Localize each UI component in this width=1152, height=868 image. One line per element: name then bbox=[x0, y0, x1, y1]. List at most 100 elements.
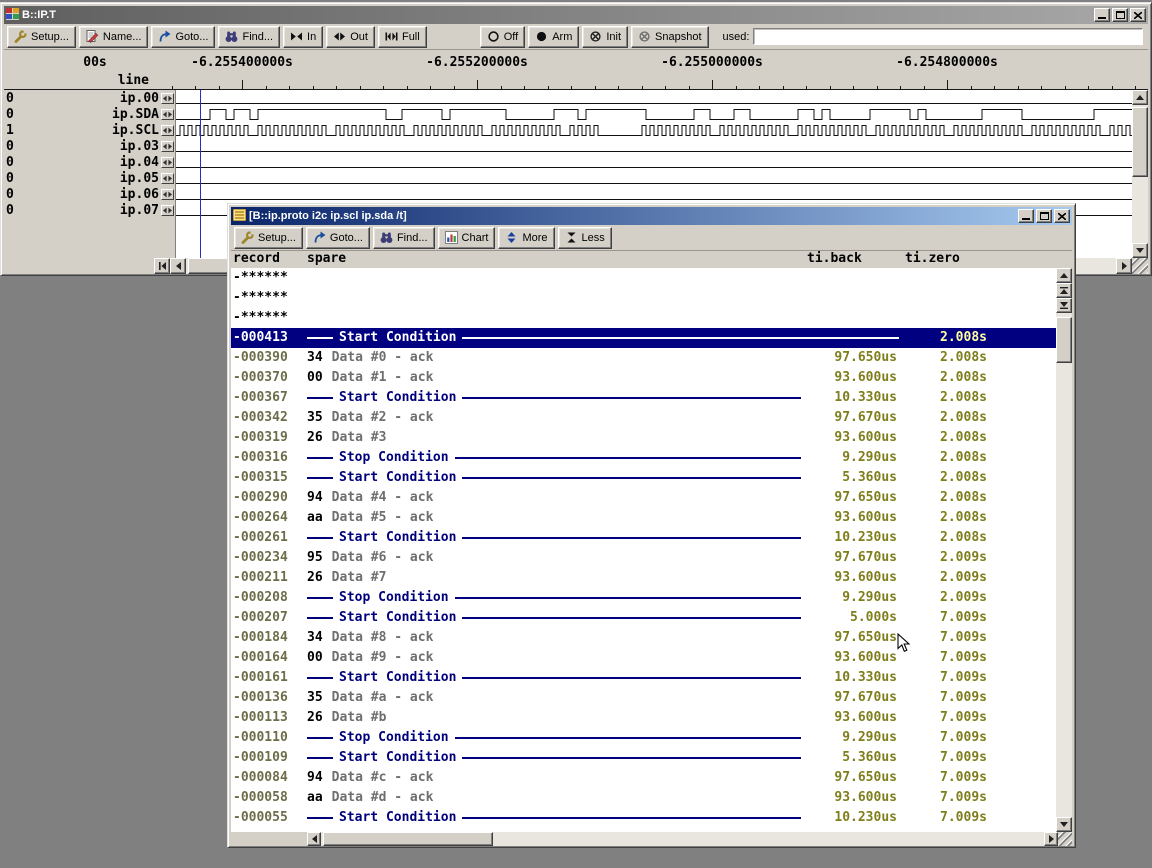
trace-row[interactable]: -000109Start Condition5.360us7.009s bbox=[231, 748, 1056, 768]
time-cursor[interactable] bbox=[200, 90, 201, 258]
trace-row[interactable]: -000261Start Condition10.230us2.008s bbox=[231, 528, 1056, 548]
scroll-up-button[interactable] bbox=[1132, 90, 1148, 105]
ruler-time-label: 00s bbox=[83, 55, 106, 70]
toolbar-button-snapshot[interactable]: Snapshot bbox=[631, 26, 708, 48]
trace-row[interactable]: -000264aaData #5 - ack93.600us2.008s bbox=[231, 508, 1056, 528]
trace-horizontal-scroll-track[interactable] bbox=[321, 832, 1044, 846]
minimize-button[interactable] bbox=[1018, 209, 1034, 223]
trace-row[interactable]: -00016400Data #9 - ack93.600us7.009s bbox=[231, 648, 1056, 668]
toolbar-button-setup[interactable]: Setup... bbox=[234, 227, 303, 249]
maximize-button[interactable] bbox=[1112, 8, 1128, 22]
trace-row[interactable]: -000367Start Condition10.330us2.008s bbox=[231, 388, 1056, 408]
trace-vertical-scroll-thumb[interactable] bbox=[1056, 317, 1072, 363]
scroll-down-button[interactable] bbox=[1056, 817, 1072, 832]
trace-row[interactable]: -000413Start Condition2.008s bbox=[231, 328, 1056, 348]
trace-vertical-scroll-track[interactable] bbox=[1056, 313, 1072, 817]
toolbar-button-arm[interactable]: Arm bbox=[528, 26, 579, 48]
signal-scroll-button[interactable] bbox=[161, 189, 174, 200]
trace-row[interactable]: -****** bbox=[231, 268, 1056, 288]
trace-row[interactable]: -00039034Data #0 - ack97.650us2.008s bbox=[231, 348, 1056, 368]
main-titlebar[interactable]: B::IP.T bbox=[4, 6, 1148, 24]
toolbar-button-out[interactable]: Out bbox=[326, 26, 375, 48]
main-vertical-scroll-thumb[interactable] bbox=[1132, 107, 1148, 177]
signal-scroll-button[interactable] bbox=[161, 157, 174, 168]
trace-row[interactable]: -000315Start Condition5.360us2.008s bbox=[231, 468, 1056, 488]
minimize-button[interactable] bbox=[1094, 8, 1110, 22]
scroll-left-button[interactable] bbox=[170, 258, 186, 274]
trace-row[interactable]: -00021126Data #793.600us2.009s bbox=[231, 568, 1056, 588]
scroll-up-button[interactable] bbox=[1056, 268, 1072, 283]
resize-grip[interactable] bbox=[1058, 832, 1072, 846]
trace-row[interactable]: -00037000Data #1 - ack93.600us2.008s bbox=[231, 368, 1056, 388]
trace-row[interactable]: -00029094Data #4 - ack97.650us2.008s bbox=[231, 488, 1056, 508]
scroll-down-button[interactable] bbox=[1132, 243, 1148, 258]
toolbar-button-setup[interactable]: Setup... bbox=[7, 26, 76, 48]
toolbar-button-goto[interactable]: Goto... bbox=[151, 26, 215, 48]
trace-row[interactable]: -****** bbox=[231, 288, 1056, 308]
trace-row[interactable]: -00023495Data #6 - ack97.670us2.009s bbox=[231, 548, 1056, 568]
trace-row[interactable]: -000316Stop Condition9.290us2.008s bbox=[231, 448, 1056, 468]
signal-scroll-button[interactable] bbox=[161, 125, 174, 136]
trace-row[interactable]: -00013635Data #a - ack97.670us7.009s bbox=[231, 688, 1056, 708]
condition-line bbox=[307, 597, 333, 599]
used-field[interactable] bbox=[753, 28, 1143, 45]
trace-row[interactable]: -00008494Data #c - ack97.650us7.009s bbox=[231, 768, 1056, 788]
close-button[interactable] bbox=[1130, 8, 1146, 22]
signal-row[interactable]: 0ip.07 bbox=[4, 202, 175, 218]
spare-cell: 00Data #9 - ack bbox=[305, 648, 805, 668]
toolbar-button-off[interactable]: Off bbox=[480, 26, 525, 48]
signal-row[interactable]: 0ip.04 bbox=[4, 154, 175, 170]
toolbar-button-full[interactable]: Full bbox=[378, 26, 427, 48]
maximize-button[interactable] bbox=[1036, 209, 1052, 223]
trace-row[interactable]: -000208Stop Condition9.290us2.009s bbox=[231, 588, 1056, 608]
scroll-right-button[interactable] bbox=[1044, 832, 1058, 846]
trace-row[interactable]: -****** bbox=[231, 308, 1056, 328]
signal-scroll-button[interactable] bbox=[161, 141, 174, 152]
goto-last-record-button[interactable] bbox=[1056, 298, 1072, 313]
signal-scroll-button[interactable] bbox=[161, 205, 174, 216]
signal-scroll-button[interactable] bbox=[161, 109, 174, 120]
trace-row[interactable]: -00011326Data #b93.600us7.009s bbox=[231, 708, 1056, 728]
column-header-record[interactable]: record bbox=[231, 251, 305, 268]
toolbar-button-find[interactable]: Find... bbox=[218, 26, 280, 48]
trace-row[interactable]: -00018434Data #8 - ack97.650us7.009s bbox=[231, 628, 1056, 648]
signal-row[interactable]: 0ip.03 bbox=[4, 138, 175, 154]
condition-line bbox=[462, 677, 801, 679]
trace-horizontal-scroll-thumb[interactable] bbox=[323, 832, 493, 846]
resize-grip[interactable] bbox=[1132, 258, 1148, 274]
goto-first-record-button[interactable] bbox=[1056, 283, 1072, 298]
toolbar-button-name[interactable]: Name... bbox=[79, 26, 149, 48]
signal-row[interactable]: 1ip.SCL bbox=[4, 122, 175, 138]
scroll-right-button[interactable] bbox=[1116, 258, 1132, 274]
trace-row[interactable]: -000058aaData #d - ack93.600us7.009s bbox=[231, 788, 1056, 808]
column-header-ti-zero[interactable]: ti.zero bbox=[903, 251, 999, 268]
signal-row[interactable]: 0ip.SDA bbox=[4, 106, 175, 122]
signal-scroll-button[interactable] bbox=[161, 93, 174, 104]
scroll-left-end-button[interactable] bbox=[154, 258, 170, 274]
trace-list-titlebar[interactable]: [B::ip.proto i2c ip.scl ip.sda /t] bbox=[231, 207, 1072, 225]
signal-row[interactable]: 0ip.05 bbox=[4, 170, 175, 186]
trace-row[interactable]: -000161Start Condition10.330us7.009s bbox=[231, 668, 1056, 688]
toolbar-button-goto[interactable]: Goto... bbox=[306, 227, 370, 249]
toolbar-button-in[interactable]: In bbox=[283, 26, 323, 48]
trace-row[interactable]: -000055Start Condition10.230us7.009s bbox=[231, 808, 1056, 828]
trace-row[interactable]: -000207Start Condition5.000s7.009s bbox=[231, 608, 1056, 628]
toolbar-button-label: Full bbox=[402, 31, 420, 43]
signal-row[interactable]: 0ip.06 bbox=[4, 186, 175, 202]
trace-row[interactable]: -000110Stop Condition9.290us7.009s bbox=[231, 728, 1056, 748]
toolbar-button-find[interactable]: Find... bbox=[373, 227, 435, 249]
init-icon bbox=[589, 30, 602, 43]
toolbar-button-chart[interactable]: Chart bbox=[438, 227, 496, 249]
close-button[interactable] bbox=[1054, 209, 1070, 223]
signal-row[interactable]: 0ip.00 bbox=[4, 90, 175, 106]
trace-row[interactable]: -00031926Data #393.600us2.008s bbox=[231, 428, 1056, 448]
toolbar-button-init[interactable]: Init bbox=[582, 26, 628, 48]
toolbar-button-less[interactable]: Less bbox=[558, 227, 612, 249]
signal-scroll-button[interactable] bbox=[161, 173, 174, 184]
column-header-spare[interactable]: spare bbox=[305, 251, 805, 268]
trace-row[interactable]: -00034235Data #2 - ack97.670us2.008s bbox=[231, 408, 1056, 428]
column-header-ti-back[interactable]: ti.back bbox=[805, 251, 903, 268]
toolbar-button-more[interactable]: More bbox=[498, 227, 554, 249]
main-vertical-scroll-track[interactable] bbox=[1132, 105, 1148, 243]
scroll-left-button[interactable] bbox=[307, 832, 321, 846]
